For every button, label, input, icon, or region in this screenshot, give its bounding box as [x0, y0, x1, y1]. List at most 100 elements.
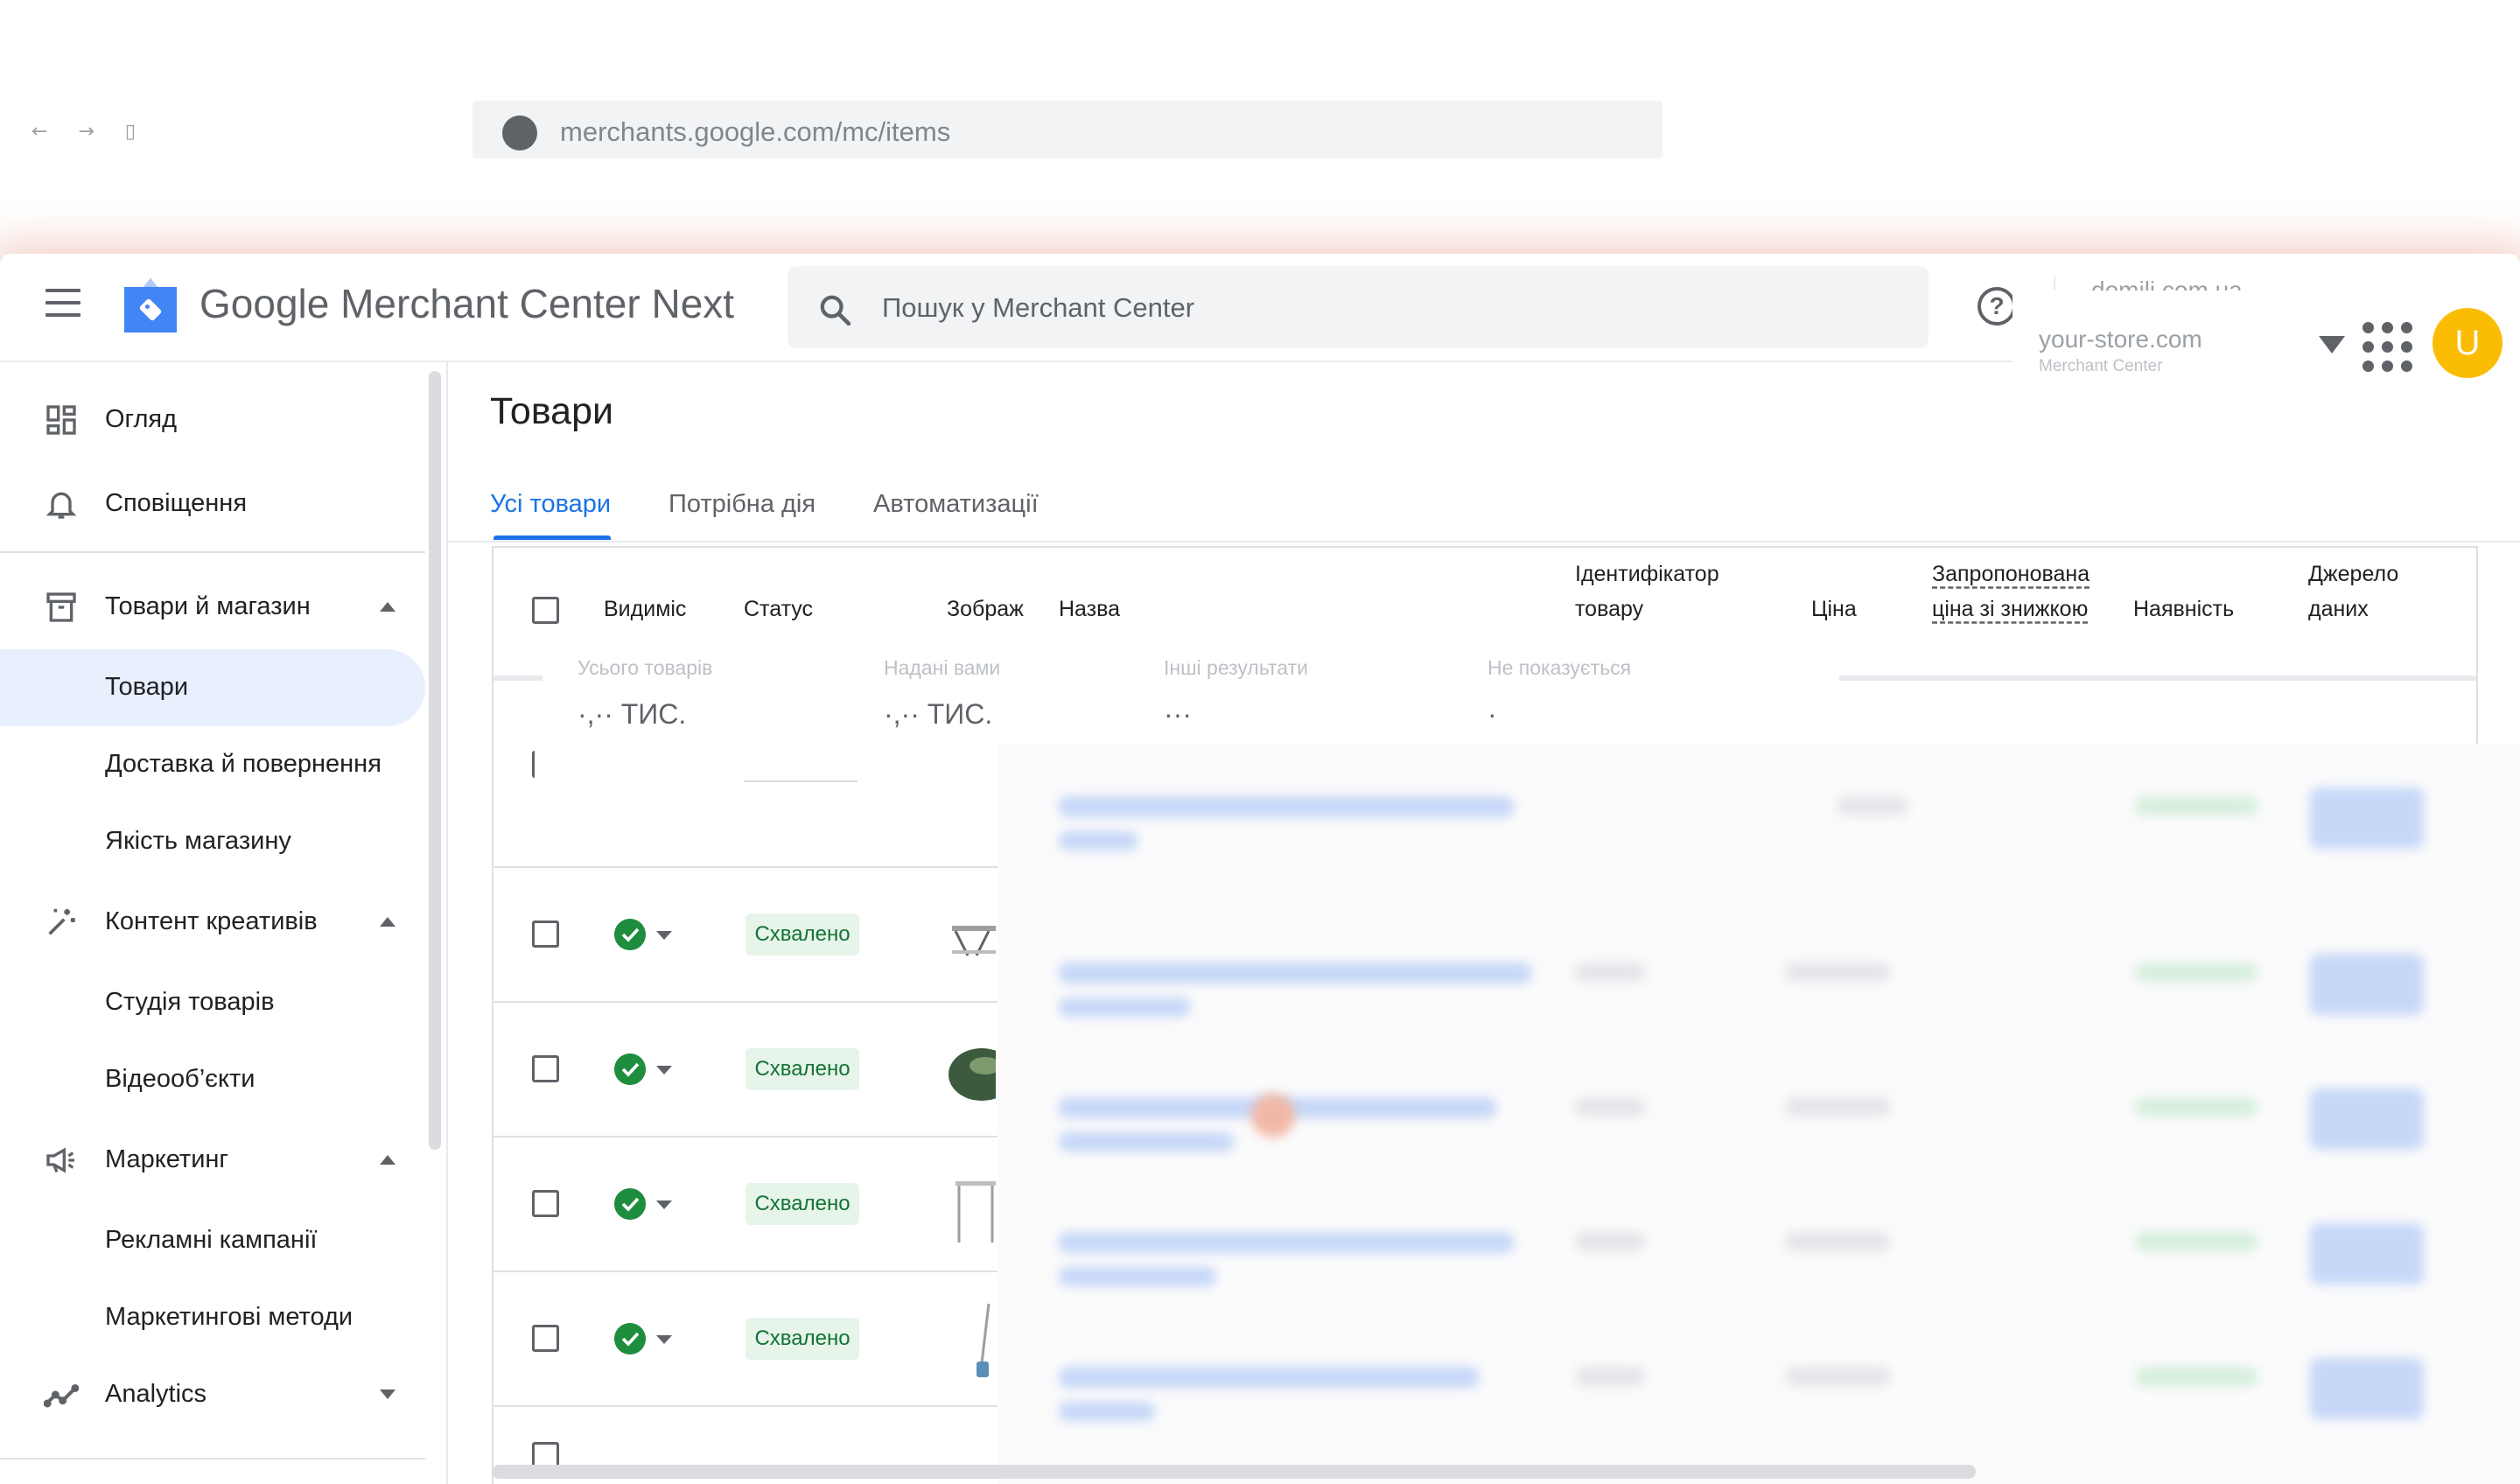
check-circle-icon[interactable] [614, 919, 646, 950]
status-badge: Схвалено [746, 1183, 859, 1225]
sidebar-divider [0, 1458, 425, 1460]
search-input[interactable]: Пошук у Merchant Center [788, 266, 1928, 348]
table-horizontal-scrollbar[interactable] [492, 1465, 1976, 1479]
sidebar-item-label: Analytics [105, 1380, 207, 1408]
sidebar-item-shipping[interactable]: Доставка й повернення [0, 726, 425, 803]
product-thumbnail[interactable] [947, 1293, 996, 1384]
sidebar-item-analytics[interactable]: Analytics [0, 1356, 425, 1433]
sidebar-item-creative-content[interactable]: Контент креативів [0, 884, 425, 961]
check-circle-icon[interactable] [614, 1188, 646, 1220]
blurred-price [1785, 1367, 1890, 1386]
blurred-availability [2135, 962, 2258, 982]
magic-wand-icon [48, 908, 75, 935]
sidebar-item-label: Маркетингові методи [105, 1303, 354, 1331]
row-checkbox[interactable] [532, 1055, 559, 1082]
blurred-product-title [1059, 1132, 1234, 1152]
sidebar-item-notifications[interactable]: Сповіщення [0, 466, 425, 542]
visibility-dropdown-icon[interactable] [656, 931, 672, 940]
column-header-name[interactable]: Назва [1059, 592, 1120, 626]
visibility-dropdown-icon[interactable] [656, 1200, 672, 1209]
product-thumbnail[interactable] [947, 1024, 996, 1115]
sidebar-item-label: Огляд [105, 405, 178, 433]
product-thumbnail[interactable] [947, 1158, 996, 1250]
column-header-label: Запропонована [1932, 562, 2090, 586]
tab-action-required[interactable]: Потрібна дія [668, 490, 816, 519]
sidebar-item-marketing[interactable]: Маркетинг [0, 1122, 425, 1199]
sidebar-nav: Огляд Сповіщення Товари й магазин Товари… [0, 362, 448, 1484]
address-url[interactable]: merchants.google.com/mc/items [560, 116, 950, 148]
merchant-center-app: Google Merchant Center Next Пошук у Merc… [0, 254, 2520, 1484]
column-header-label: Ідентифікатор [1575, 562, 1719, 586]
blurred-price [1785, 1097, 1890, 1116]
address-bar[interactable]: merchants.google.com/mc/items [472, 101, 1662, 158]
sidebar-item-label: Доставка й повернення [105, 750, 382, 778]
sidebar-item-products-store[interactable]: Товари й магазин [0, 569, 425, 646]
row-checkbox[interactable] [532, 751, 559, 778]
tab-automations[interactable]: Автоматизації [873, 490, 1039, 519]
sidebar-item-product-studio[interactable]: Студія товарів [0, 964, 425, 1041]
sidebar-item-products[interactable]: Товари [0, 649, 425, 726]
column-header-status[interactable]: Статус [744, 592, 813, 626]
summary-provided-label: Надані вами [884, 656, 1001, 679]
account-dropdown-icon[interactable] [2319, 336, 2345, 354]
visibility-dropdown-icon[interactable] [656, 1335, 672, 1344]
column-header-sale-price[interactable]: Запропонована ціна зі знижкою [1932, 556, 2090, 626]
tab-all-products[interactable]: Усі товари [490, 490, 611, 519]
blurred-product-title [1059, 796, 1514, 817]
sidebar-item-store-quality[interactable]: Якість магазину [0, 803, 425, 880]
column-header-visibility[interactable]: Видиміс [604, 592, 686, 626]
summary-not-shown-value: · [1488, 698, 1497, 730]
blurred-product-id [1575, 1232, 1645, 1251]
row-checkbox[interactable] [532, 920, 559, 948]
select-all-checkbox[interactable] [532, 597, 559, 624]
sidebar-item-marketing-methods[interactable]: Маркетингові методи [0, 1279, 425, 1356]
help-icon[interactable]: ? [1978, 287, 2016, 326]
sidebar-item-ad-campaigns[interactable]: Рекламні кампанії [0, 1202, 425, 1279]
column-header-availability[interactable]: Наявність [2133, 592, 2234, 626]
column-header-label: ціна зі знижкою [1932, 597, 2089, 621]
browser-nav-buttons[interactable]: ← → ▯ [32, 121, 148, 143]
sidebar-item-overview[interactable]: Огляд [0, 382, 425, 458]
row-checkbox[interactable] [532, 1190, 559, 1217]
blurred-data-source [2310, 1088, 2424, 1150]
check-circle-icon[interactable] [614, 1323, 646, 1354]
row-checkbox[interactable] [532, 1325, 559, 1352]
status-badge: Схвалено [746, 1048, 859, 1090]
dashboard-icon [46, 405, 76, 435]
blurred-data-source [2310, 788, 2424, 849]
product-summary-strip: Усього товарів ·,·· ТИС. Надані вами ·,·… [542, 646, 1839, 742]
product-thumbnail[interactable] [947, 889, 996, 980]
visibility-dropdown-icon[interactable] [656, 1066, 672, 1074]
status-badge: Схвалено [746, 1318, 859, 1360]
site-info-icon[interactable] [502, 116, 537, 150]
browser-toolbar: ← → ▯ merchants.google.com/mc/items [0, 0, 2520, 254]
top-app-bar: Google Merchant Center Next Пошук у Merc… [0, 254, 2520, 413]
column-header-product-id[interactable]: Ідентифікатор товару [1575, 556, 1719, 626]
merchant-center-logo-icon [124, 278, 177, 332]
chevron-up-icon [380, 602, 396, 612]
sidebar-item-video-assets[interactable]: Відеооб’єкти [0, 1041, 425, 1118]
column-header-image[interactable]: Зображ [947, 592, 1034, 626]
sidebar-item-label: Товари й магазин [105, 592, 311, 620]
summary-provided-value: ·,·· ТИС. [884, 698, 993, 730]
blurred-product-title [1059, 831, 1138, 850]
blurred-content-overlay [998, 744, 2520, 1484]
tabs-divider [448, 541, 2520, 542]
blurred-product-id [1575, 1097, 1645, 1116]
bell-icon [46, 492, 77, 519]
sidebar-scrollbar[interactable] [429, 371, 441, 1150]
column-header-label: товару [1575, 597, 1644, 621]
sidebar-divider [0, 551, 425, 553]
blurred-availability [2135, 1232, 2258, 1251]
blurred-price [1785, 1232, 1890, 1251]
archive-icon [46, 592, 76, 622]
column-header-data-source[interactable]: Джерело даних [2308, 556, 2398, 626]
check-circle-icon[interactable] [614, 1054, 646, 1085]
hamburger-menu-icon[interactable] [46, 289, 80, 317]
sidebar-item-label: Якість магазину [105, 827, 291, 855]
summary-total-value: ·,·· ТИС. [578, 698, 687, 730]
blurred-product-id [1575, 962, 1645, 982]
column-header-label: даних [2308, 597, 2369, 621]
blurred-data-source [2310, 954, 2424, 1015]
column-header-price[interactable]: Ціна [1811, 592, 1857, 626]
